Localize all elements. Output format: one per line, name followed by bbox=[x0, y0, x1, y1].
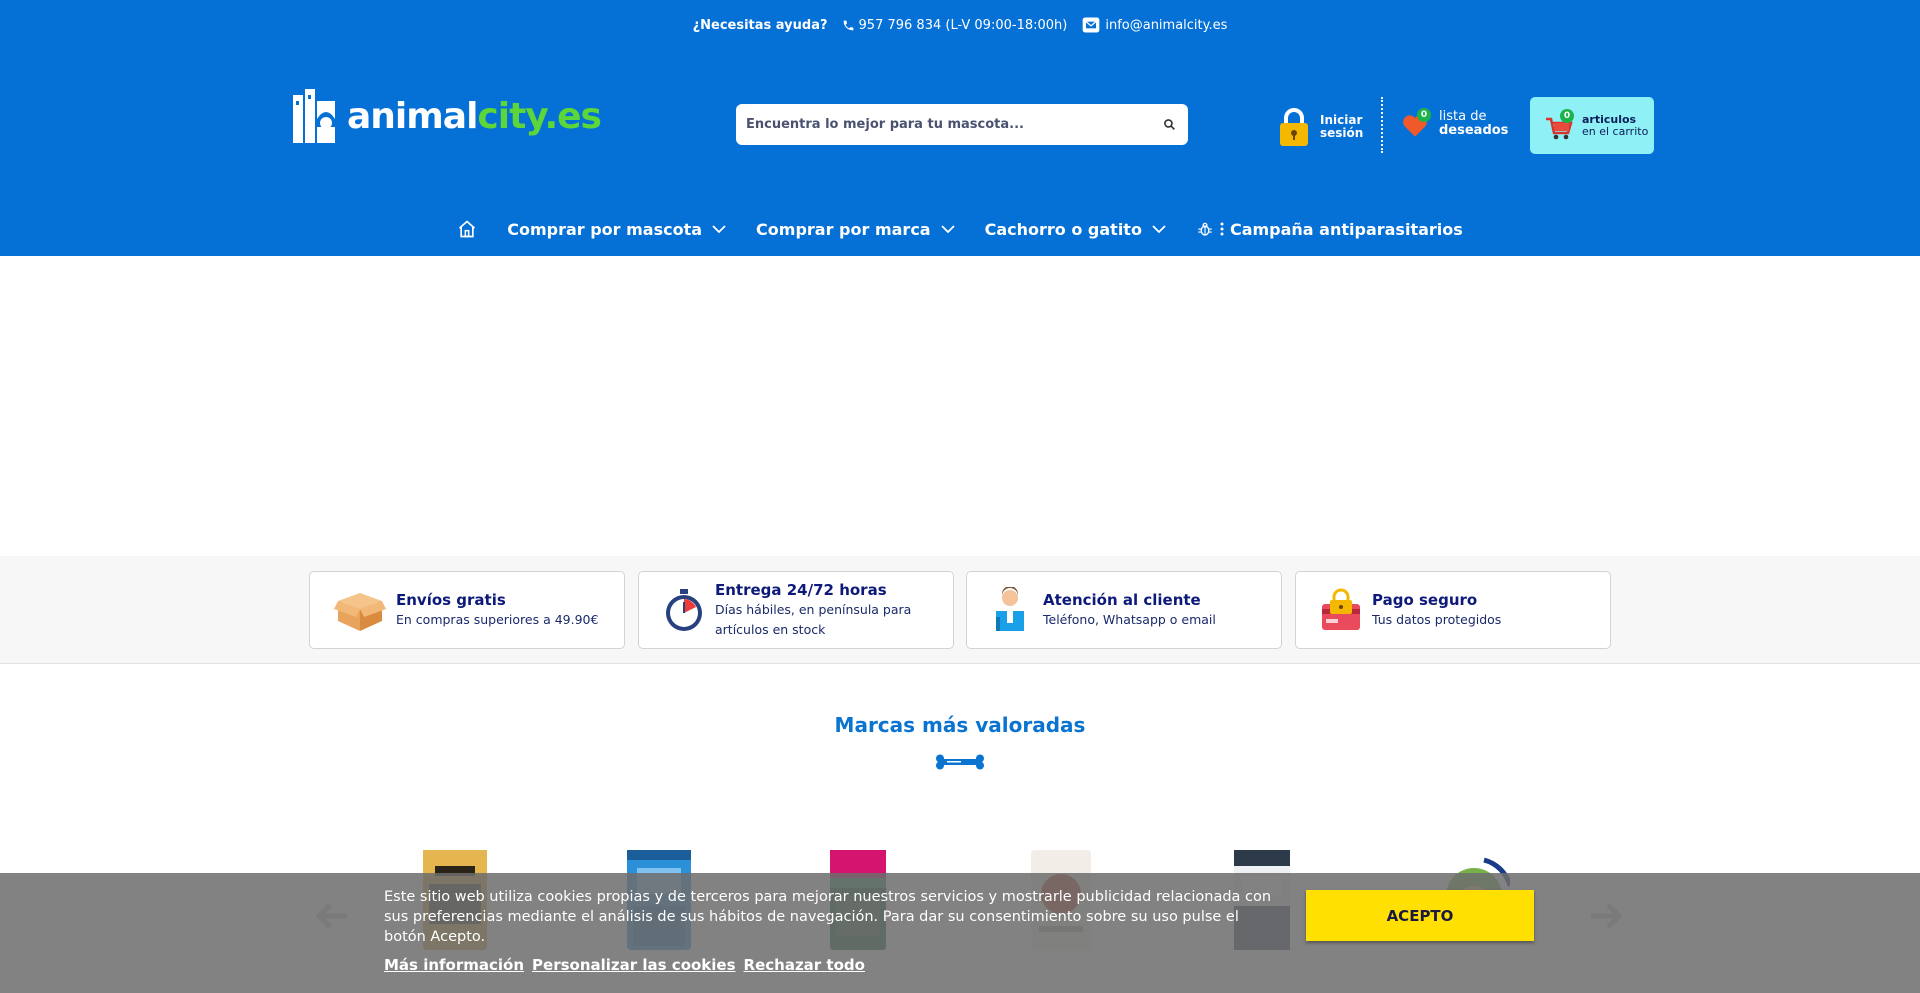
nav-item-label: Cachorro o gatito bbox=[984, 219, 1142, 239]
brands-section-title: Marcas más valoradas bbox=[834, 713, 1086, 737]
email-address: info@animalcity.es bbox=[1105, 17, 1228, 33]
nav-item-shop-by-pet[interactable]: Comprar por mascota bbox=[507, 220, 726, 239]
features-band bbox=[0, 556, 1920, 664]
arrow-right-icon bbox=[1591, 903, 1623, 929]
logo-part-animal: animal bbox=[347, 96, 478, 137]
feature-text: Atención al cliente Teléfono, Whatsapp o… bbox=[1043, 590, 1216, 630]
customer-service-icon bbox=[987, 584, 1033, 636]
cookie-more-info-link[interactable]: Más información bbox=[384, 956, 524, 974]
wishlist-link[interactable]: 0 lista de deseados bbox=[1401, 108, 1508, 138]
wishlist-label-line2: deseados bbox=[1439, 123, 1509, 138]
feature-description: En compras superiores a 49.90€ bbox=[396, 612, 599, 627]
lock-icon bbox=[1280, 108, 1308, 146]
phone-icon bbox=[843, 20, 853, 30]
cart-label: articulos en el carrito bbox=[1582, 113, 1649, 138]
search-bar bbox=[736, 104, 1188, 145]
wishlist-label: lista de deseados bbox=[1439, 110, 1508, 138]
chevron-down-icon bbox=[712, 224, 726, 234]
cart-icon-wrap: 0 bbox=[1544, 108, 1574, 141]
search-button[interactable] bbox=[1160, 116, 1178, 134]
feature-description: Tus datos protegidos bbox=[1372, 612, 1502, 627]
feature-customer-service: Atención al cliente Teléfono, Whatsapp o… bbox=[966, 571, 1282, 649]
cart-button[interactable]: 0 articulos en el carrito bbox=[1530, 97, 1654, 154]
arrow-left-icon bbox=[315, 903, 347, 929]
nav-item-label: Comprar por mascota bbox=[507, 219, 703, 239]
nav-item-shop-by-brand[interactable]: Comprar por marca bbox=[756, 220, 955, 239]
search-icon bbox=[1163, 119, 1175, 130]
cookie-reject-all-link[interactable]: Rechazar todo bbox=[744, 956, 865, 974]
logo-wordmark: animalcity.es bbox=[347, 96, 602, 137]
cart-label-line2: en el carrito bbox=[1582, 124, 1649, 138]
cart-count-badge: 0 bbox=[1560, 108, 1574, 123]
phone-number: 957 796 834 (L-V 09:00-18:00h) bbox=[858, 17, 1068, 33]
header-divider bbox=[1381, 97, 1383, 153]
home-icon bbox=[459, 220, 476, 238]
feature-description: Días hábiles, en península para artículo… bbox=[715, 602, 912, 637]
site-header: ¿Necesitas ayuda? 957 796 834 (L-V 09:00… bbox=[0, 0, 1920, 256]
main-nav: Comprar por mascota Comprar por marca Ca… bbox=[0, 216, 1920, 242]
feature-text: Entrega 24/72 horas Días hábiles, en pen… bbox=[715, 580, 935, 640]
email-icon bbox=[1083, 17, 1100, 33]
more-vertical-icon bbox=[1220, 222, 1224, 236]
nav-item-antiparasitic-campaign[interactable]: Campaña antiparasitarios bbox=[1196, 220, 1463, 239]
nav-item-puppy-kitten[interactable]: Cachorro o gatito bbox=[985, 220, 1166, 239]
site-logo[interactable]: animalcity.es bbox=[291, 89, 602, 145]
stopwatch-icon bbox=[663, 584, 705, 636]
help-label: ¿Necesitas ayuda? bbox=[692, 17, 828, 33]
wishlist-label-line1: lista de bbox=[1439, 109, 1487, 124]
bone-divider-icon bbox=[936, 754, 984, 770]
chevron-down-icon bbox=[1152, 224, 1166, 234]
search-input[interactable] bbox=[746, 117, 1160, 132]
email-contact[interactable]: info@animalcity.es bbox=[1081, 15, 1227, 35]
box-icon bbox=[334, 584, 386, 636]
feature-text: Pago seguro Tus datos protegidos bbox=[1372, 590, 1501, 630]
login-link[interactable]: Iniciar sesión bbox=[1278, 107, 1363, 147]
login-label-line2: sesión bbox=[1320, 126, 1364, 140]
nav-item-label: Comprar por marca bbox=[756, 219, 931, 239]
logo-part-city: city.es bbox=[477, 96, 602, 137]
feature-title: Entrega 24/72 horas bbox=[715, 581, 887, 599]
cookie-customize-link[interactable]: Personalizar las cookies bbox=[532, 956, 736, 974]
cookie-links: Más información Personalizar las cookies… bbox=[384, 956, 865, 974]
nav-home-link[interactable] bbox=[457, 219, 477, 239]
feature-description: Teléfono, Whatsapp o email bbox=[1043, 612, 1216, 627]
feature-text: Envíos gratis En compras superiores a 49… bbox=[396, 590, 598, 630]
logo-buildings-icon bbox=[293, 89, 335, 143]
feature-title: Pago seguro bbox=[1372, 591, 1478, 609]
wishlist-icon-wrap: 0 bbox=[1401, 108, 1431, 138]
top-contact-bar: ¿Necesitas ayuda? 957 796 834 (L-V 09:00… bbox=[0, 14, 1920, 36]
secure-payment-icon bbox=[1320, 584, 1362, 636]
feature-secure-payment: Pago seguro Tus datos protegidos bbox=[1295, 571, 1611, 649]
cookie-message: Este sitio web utiliza cookies propias y… bbox=[384, 889, 1272, 945]
feature-delivery-time: Entrega 24/72 horas Días hábiles, en pen… bbox=[638, 571, 954, 649]
phone-contact[interactable]: 957 796 834 (L-V 09:00-18:00h) bbox=[842, 17, 1068, 33]
feature-title: Atención al cliente bbox=[1043, 591, 1201, 609]
wishlist-count-badge: 0 bbox=[1417, 108, 1431, 122]
carousel-prev-button[interactable] bbox=[314, 898, 350, 934]
cookie-accept-button[interactable]: ACEPTO bbox=[1306, 890, 1534, 941]
chevron-down-icon bbox=[940, 224, 955, 234]
feature-title: Envíos gratis bbox=[396, 591, 506, 609]
carousel-next-button[interactable] bbox=[1588, 898, 1624, 934]
cookie-consent-bar: Este sitio web utiliza cookies propias y… bbox=[0, 873, 1920, 993]
bug-icon bbox=[1198, 222, 1212, 236]
feature-free-shipping: Envíos gratis En compras superiores a 49… bbox=[309, 571, 625, 649]
login-label: Iniciar sesión bbox=[1320, 114, 1363, 140]
nav-item-label: Campaña antiparasitarios bbox=[1229, 219, 1463, 239]
